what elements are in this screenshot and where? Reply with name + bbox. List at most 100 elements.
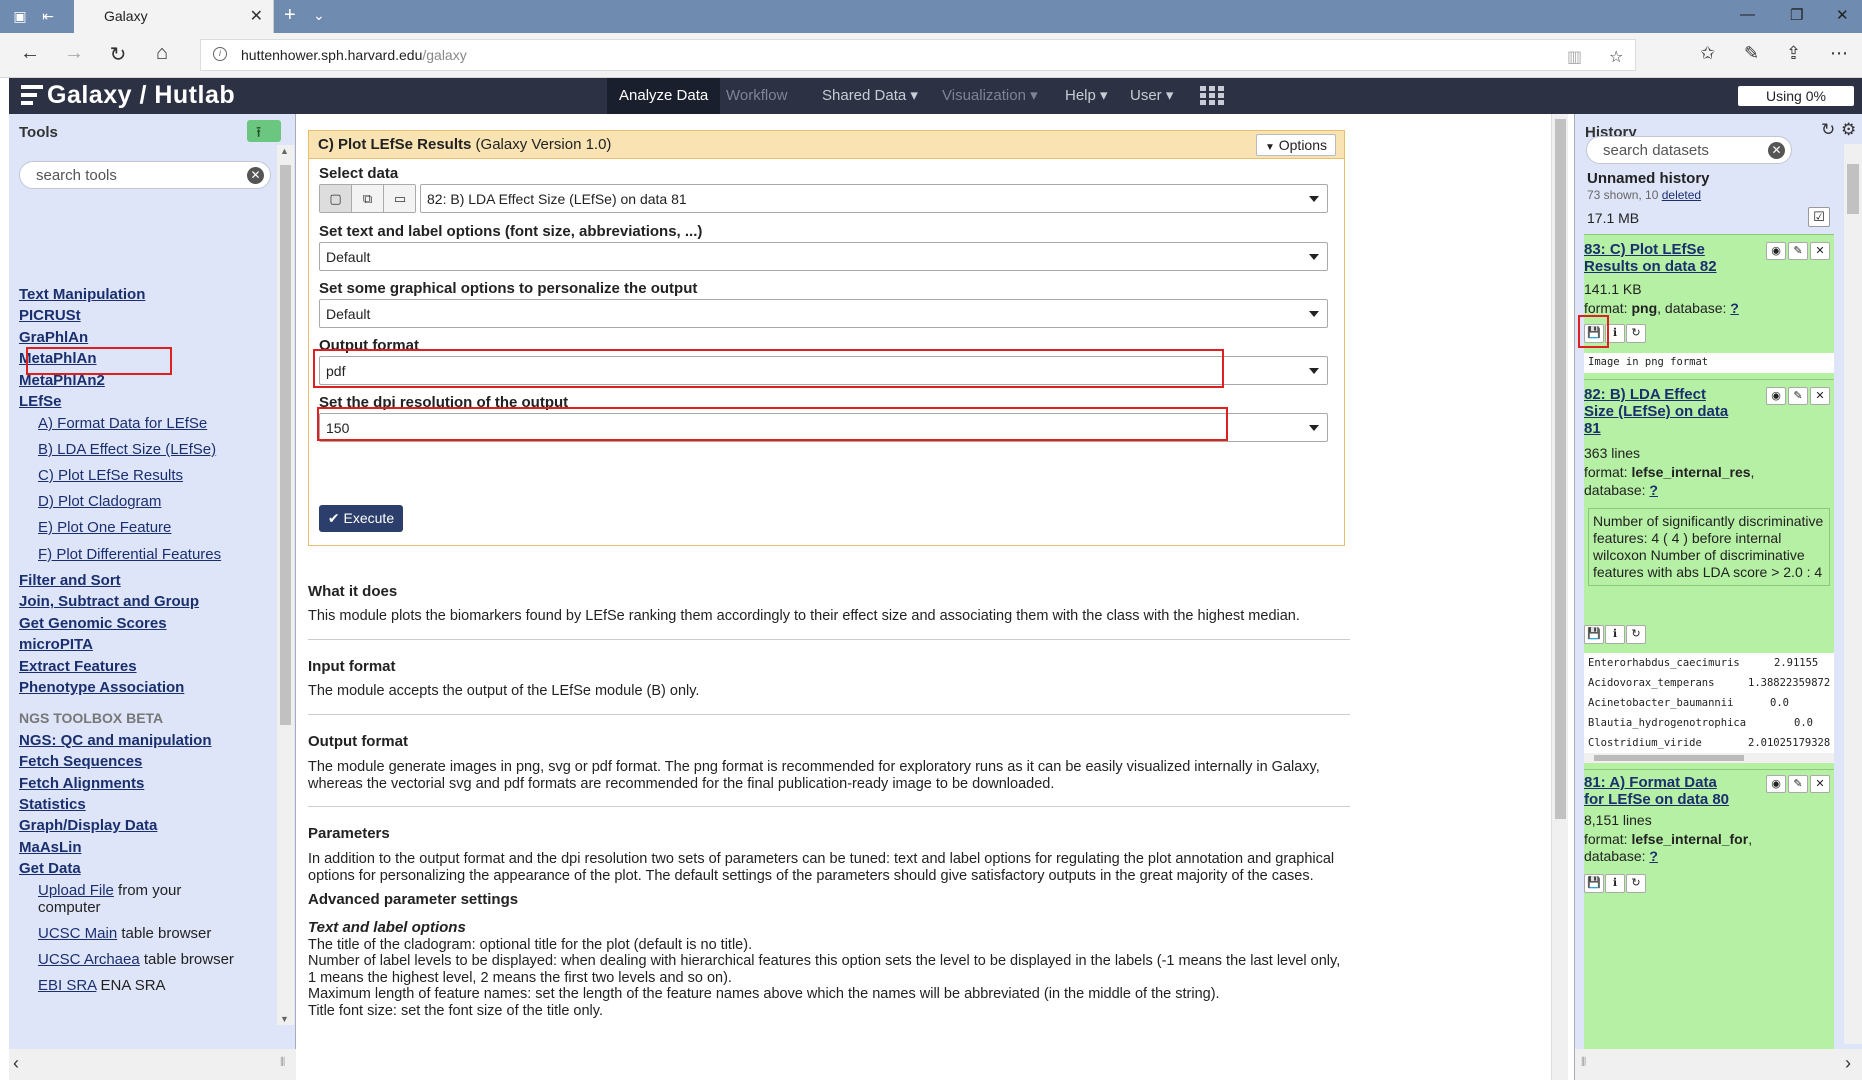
tools-scrollbar-thumb[interactable] bbox=[280, 165, 291, 725]
pencil-icon[interactable]: ✎ bbox=[1788, 387, 1808, 405]
select-data-dropdown[interactable]: 82: B) LDA Effect Size (LEfSe) on data 8… bbox=[420, 184, 1328, 213]
tool-section-picrust[interactable]: PICRUSt bbox=[19, 307, 81, 324]
delete-x-icon[interactable]: ✕ bbox=[1810, 775, 1830, 793]
center-scrollbar-thumb[interactable] bbox=[1555, 119, 1566, 819]
single-dataset-icon[interactable]: ▢ bbox=[320, 185, 352, 212]
dataset-83-database-link[interactable]: ? bbox=[1730, 300, 1739, 316]
tab-back-icon[interactable]: ⇤ bbox=[38, 6, 58, 26]
tool-section-statistics[interactable]: Statistics bbox=[19, 796, 86, 813]
history-scrollbar[interactable] bbox=[1844, 144, 1862, 1044]
resize-grip-icon[interactable]: ⦀ bbox=[1581, 1055, 1586, 1070]
tool-section-fetch-align[interactable]: Fetch Alignments bbox=[19, 775, 144, 792]
tool-section-ngs-qc[interactable]: NGS: QC and manipulation bbox=[19, 732, 212, 749]
rerun-icon[interactable]: ↻ bbox=[1626, 625, 1646, 644]
tool-section-filter-sort[interactable]: Filter and Sort bbox=[19, 572, 121, 589]
tool-section-text-manipulation[interactable]: Text Manipulation bbox=[19, 286, 145, 303]
tool-section-graphlan[interactable]: GraPhlAn bbox=[19, 329, 88, 346]
history-scrollbar-thumb[interactable] bbox=[1847, 164, 1859, 214]
tool-section-phenotype[interactable]: Phenotype Association bbox=[19, 679, 184, 696]
history-options-gear-icon[interactable]: ⚙ bbox=[1841, 120, 1856, 140]
close-tab-icon[interactable]: ✕ bbox=[250, 6, 263, 26]
rerun-icon[interactable]: ↻ bbox=[1626, 874, 1646, 893]
pencil-icon[interactable]: ✎ bbox=[1788, 775, 1808, 793]
download-save-icon[interactable]: 💾 bbox=[1584, 625, 1604, 644]
tab-actions-icon[interactable]: ▣ bbox=[10, 6, 30, 26]
tool-section-get-data[interactable]: Get Data bbox=[19, 860, 81, 877]
tab-preview-chevron-icon[interactable]: ⌄ bbox=[313, 7, 325, 24]
dataset-collection-icon[interactable]: ▭ bbox=[384, 185, 415, 212]
tool-section-maaslin[interactable]: MaAsLin bbox=[19, 839, 82, 856]
show-deleted-link[interactable]: deleted bbox=[1662, 188, 1701, 202]
tool-ucsc-archaea[interactable]: UCSC Archaea table browser bbox=[38, 951, 234, 968]
history-name[interactable]: Unnamed history bbox=[1587, 170, 1710, 187]
execute-button[interactable]: ✔ Execute bbox=[319, 505, 403, 532]
dataset-82[interactable]: 82: B) LDA Effect Size (LEfSe) on data 8… bbox=[1584, 379, 1834, 769]
tool-section-genomic[interactable]: Get Genomic Scores bbox=[19, 615, 167, 632]
home-icon[interactable]: ⌂ bbox=[148, 42, 176, 65]
forward-icon[interactable]: → bbox=[60, 42, 88, 65]
rerun-icon[interactable]: ↻ bbox=[1626, 324, 1646, 343]
dataset-83[interactable]: 83: C) Plot LEfSe Results on data 82 ◉ ✎ ✕… bbox=[1578, 234, 1834, 379]
galaxy-brand[interactable]: Galaxy / Hutlab bbox=[21, 81, 235, 110]
dataset-83-title[interactable]: 83: C) Plot LEfSe Results on data 82 bbox=[1584, 241, 1732, 275]
tool-section-extract[interactable]: Extract Features bbox=[19, 658, 137, 675]
tool-section-lefse[interactable]: LEfSe bbox=[19, 393, 62, 410]
scratchbook-grid-icon[interactable] bbox=[1200, 86, 1224, 106]
graphical-options-dropdown[interactable]: Default bbox=[319, 299, 1328, 328]
back-icon[interactable]: ← bbox=[16, 42, 44, 65]
close-window-icon[interactable]: ✕ bbox=[1836, 6, 1849, 24]
resize-grip-icon[interactable]: ⦀ bbox=[280, 1055, 285, 1070]
favorites-hub-icon[interactable]: ✩ bbox=[1700, 43, 1715, 64]
dataset-81[interactable]: 81: A) Format Data for LEfSe on data 80 … bbox=[1584, 769, 1834, 1049]
tool-lefse-plot-results[interactable]: C) Plot LEfSe Results bbox=[38, 467, 183, 484]
scroll-down-icon[interactable]: ▼ bbox=[280, 1014, 289, 1024]
reading-view-icon[interactable]: ▥ bbox=[1567, 47, 1582, 67]
tool-section-join[interactable]: Join, Subtract and Group bbox=[19, 593, 199, 610]
refresh-icon[interactable]: ↻ bbox=[104, 42, 132, 67]
nav-analyze-data[interactable]: Analyze Data bbox=[607, 78, 721, 114]
tool-lefse-diff-features[interactable]: F) Plot Differential Features bbox=[38, 546, 221, 563]
multiple-datasets-icon[interactable]: ⧉ bbox=[352, 185, 384, 212]
eye-icon[interactable]: ◉ bbox=[1766, 775, 1786, 793]
peek-hscrollbar[interactable] bbox=[1584, 753, 1834, 763]
browser-tab[interactable]: Galaxy ✕ bbox=[74, 0, 274, 33]
share-icon[interactable]: ⇪ bbox=[1786, 43, 1801, 64]
tool-lefse-lda[interactable]: B) LDA Effect Size (LEfSe) bbox=[38, 441, 216, 458]
tool-ebi-sra[interactable]: EBI SRA ENA SRA bbox=[38, 977, 166, 994]
select-datasets-checkbox-icon[interactable]: ☑ bbox=[1808, 207, 1830, 227]
tool-ucsc-archaea-link[interactable]: UCSC Archaea bbox=[38, 951, 140, 968]
dataset-82-title[interactable]: 82: B) LDA Effect Size (LEfSe) on data 8… bbox=[1584, 386, 1732, 437]
clear-search-icon[interactable]: ✕ bbox=[1768, 142, 1785, 159]
more-icon[interactable]: ⋯ bbox=[1830, 43, 1848, 64]
clear-search-icon[interactable]: ✕ bbox=[247, 167, 264, 184]
nav-help[interactable]: Help ▾ bbox=[1053, 78, 1120, 114]
tool-ucsc-main[interactable]: UCSC Main table browser bbox=[38, 925, 211, 942]
eye-icon[interactable]: ◉ bbox=[1766, 387, 1786, 405]
search-tools-input[interactable]: search tools ✕ bbox=[19, 161, 271, 189]
scroll-up-icon[interactable]: ▲ bbox=[280, 146, 289, 156]
options-button[interactable]: ▼ Options bbox=[1255, 134, 1336, 156]
tool-section-graph-display[interactable]: Graph/Display Data bbox=[19, 817, 157, 834]
nav-user[interactable]: User ▾ bbox=[1118, 78, 1185, 114]
eye-icon[interactable]: ◉ bbox=[1766, 242, 1786, 260]
tool-section-micropita[interactable]: microPITA bbox=[19, 636, 93, 653]
tool-lefse-one-feature[interactable]: E) Plot One Feature bbox=[38, 519, 171, 536]
site-info-icon[interactable]: i bbox=[213, 47, 227, 61]
tool-lefse-cladogram[interactable]: D) Plot Cladogram bbox=[38, 493, 161, 510]
delete-x-icon[interactable]: ✕ bbox=[1810, 242, 1830, 260]
collapse-right-icon[interactable]: › bbox=[1845, 1053, 1851, 1074]
text-options-dropdown[interactable]: Default bbox=[319, 242, 1328, 271]
tool-ebi-sra-link[interactable]: EBI SRA bbox=[38, 977, 96, 994]
pencil-icon[interactable]: ✎ bbox=[1788, 242, 1808, 260]
dataset-81-title[interactable]: 81: A) Format Data for LEfSe on data 80 bbox=[1584, 774, 1732, 808]
download-save-icon[interactable]: 💾 bbox=[1584, 874, 1604, 893]
new-tab-icon[interactable]: + bbox=[284, 4, 296, 27]
collapse-left-icon[interactable]: ‹ bbox=[13, 1053, 19, 1074]
peek-hscroll-thumb[interactable] bbox=[1594, 755, 1744, 761]
upload-button[interactable]: ⭱ bbox=[247, 120, 281, 142]
nav-shared-data[interactable]: Shared Data ▾ bbox=[810, 78, 930, 114]
nav-visualization[interactable]: Visualization ▾ bbox=[930, 78, 1050, 114]
nav-workflow[interactable]: Workflow bbox=[714, 78, 799, 114]
dataset-82-database-link[interactable]: ? bbox=[1649, 482, 1658, 498]
info-icon[interactable]: ℹ bbox=[1605, 625, 1625, 644]
